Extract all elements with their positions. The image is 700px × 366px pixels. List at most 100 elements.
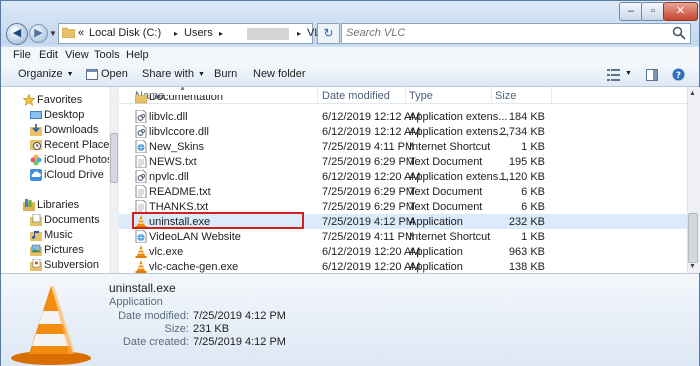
burn-button[interactable]: Burn — [214, 68, 237, 80]
nav-item-label: Music — [44, 229, 73, 241]
minimize-button[interactable]: – — [619, 2, 643, 21]
file-name: VideoLAN Website — [149, 231, 241, 243]
open-file-icon — [86, 69, 98, 80]
file-type: Application extens... — [409, 111, 508, 123]
file-type: Application extens... — [409, 171, 508, 183]
menu-help[interactable]: Help — [126, 49, 149, 61]
nav-item-desktop[interactable]: Desktop — [1, 108, 111, 123]
internet-shortcut-icon — [135, 230, 147, 243]
nav-item-pictures[interactable]: Pictures — [1, 243, 111, 258]
file-date: 7/25/2019 4:12 PM — [322, 216, 415, 228]
refresh-button[interactable]: ↻ — [317, 23, 340, 44]
favorites-star-icon — [23, 94, 35, 106]
internet-shortcut-icon — [135, 140, 147, 153]
nav-libraries[interactable]: Libraries — [1, 198, 111, 213]
share-with-button[interactable]: Share with ▼ — [142, 68, 205, 80]
breadcrumb-separator[interactable]: ▸ — [174, 29, 178, 38]
file-type: Text Document — [409, 156, 483, 168]
new-folder-button[interactable]: New folder — [253, 68, 306, 80]
file-name: npvlc.dll — [149, 171, 189, 183]
table-row[interactable]: libvlccore.dll 6/12/2019 12:12 AM Applic… — [119, 124, 687, 139]
file-size: 1 KB — [521, 231, 545, 243]
file-name: libvlc.dll — [149, 111, 188, 123]
maximize-button[interactable]: ▫ — [641, 2, 665, 21]
close-button[interactable]: ✕ — [663, 2, 698, 21]
nav-item-label: iCloud Photos — [44, 154, 113, 166]
details-date-modified-label: Date modified: — [118, 310, 189, 322]
file-date: 6/12/2019 12:12 AM — [322, 126, 421, 138]
scroll-down-icon[interactable]: ▼ — [689, 263, 696, 270]
dll-icon — [135, 125, 147, 138]
change-view-icon[interactable] — [607, 69, 620, 81]
dll-icon — [135, 110, 147, 123]
file-name: libvlccore.dll — [149, 126, 209, 138]
details-date-created: 7/25/2019 4:12 PM — [193, 336, 286, 348]
details-size-label: Size: — [164, 323, 189, 335]
file-date: 7/25/2019 4:11 PM — [322, 231, 415, 243]
nav-item-recent-places[interactable]: Recent Places — [1, 138, 115, 153]
pictures-icon — [30, 244, 42, 256]
breadcrumb-overflow[interactable]: « — [78, 27, 84, 39]
nav-favorites[interactable]: Favorites — [1, 93, 111, 108]
breadcrumb-local-disk[interactable]: Local Disk (C:) — [89, 27, 161, 39]
file-name: New_Skins — [149, 141, 205, 153]
recent-pages-dropdown[interactable]: ▼ — [49, 29, 57, 38]
file-date: 6/12/2019 12:20 AM — [322, 171, 421, 183]
file-type: Application — [409, 246, 463, 258]
nav-item-documents[interactable]: Documents — [1, 213, 111, 228]
search-input[interactable] — [346, 26, 666, 40]
nav-item-music[interactable]: Music — [1, 228, 111, 243]
table-row[interactable]: NEWS.txt 7/25/2019 6:29 PM Text Document… — [119, 154, 687, 169]
nav-item-label: Downloads — [44, 124, 99, 136]
help-icon[interactable]: ? — [672, 68, 685, 81]
menu-tools[interactable]: Tools — [94, 49, 120, 61]
table-row[interactable]: libvlc.dll 6/12/2019 12:12 AM Applicatio… — [119, 109, 687, 124]
breadcrumb-separator[interactable]: ▸ — [297, 29, 301, 38]
nav-item-downloads[interactable]: Downloads — [1, 123, 111, 138]
share-with-label: Share with — [142, 68, 194, 80]
file-date: 7/25/2019 6:29 PM — [322, 156, 415, 168]
command-toolbar: Organize ▼ Open Share with ▼ Burn New fold… — [1, 64, 699, 87]
table-row[interactable]: vlc-cache-gen.exe 6/12/2019 12:20 AM App… — [119, 259, 687, 273]
breadcrumb-users[interactable]: Users — [184, 27, 213, 39]
file-date: 6/12/2019 12:20 AM — [322, 261, 421, 273]
file-date: 6/12/2019 12:20 AM — [322, 246, 421, 258]
view-options-dropdown[interactable]: ▼ — [625, 70, 632, 77]
table-row[interactable]: vlc.exe 6/12/2019 12:20 AM Application 9… — [119, 244, 687, 259]
back-button[interactable]: ◀ — [6, 23, 28, 45]
file-type: Text Document — [409, 186, 483, 198]
scroll-up-icon[interactable]: ▲ — [689, 90, 696, 97]
file-list-scrollbar-thumb[interactable] — [688, 213, 698, 263]
forward-button[interactable]: ▶ — [29, 24, 48, 43]
organize-button[interactable]: Organize ▼ — [18, 68, 74, 80]
address-bar[interactable]: « Local Disk (C:) ▸ Users ▸ ▸ VLC ▸ ▼ — [58, 23, 364, 44]
open-button[interactable]: Open — [101, 68, 128, 80]
desktop-icon — [30, 111, 42, 119]
subversion-icon — [30, 259, 42, 271]
file-date: 6/12/2019 12:12 AM — [322, 111, 421, 123]
nav-item-subversion[interactable]: Subversion — [1, 258, 111, 273]
nav-scrollbar-thumb[interactable] — [110, 133, 118, 183]
details-filename: uninstall.exe — [109, 281, 176, 295]
table-row[interactable]: Documentation — [119, 95, 687, 106]
nav-item-icloud-drive[interactable]: iCloud Drive — [1, 168, 111, 183]
menu-file[interactable]: File — [13, 49, 31, 61]
preview-pane-icon[interactable] — [646, 69, 658, 81]
file-size: 1 KB — [521, 141, 545, 153]
table-row[interactable]: VideoLAN Website 7/25/2019 4:11 PM Inter… — [119, 229, 687, 244]
back-arrow-icon: ◀ — [12, 27, 22, 39]
file-size: 6 KB — [521, 186, 545, 198]
recent-places-icon — [30, 140, 42, 150]
breadcrumb-separator[interactable]: ▸ — [219, 29, 223, 38]
menu-edit[interactable]: Edit — [39, 49, 58, 61]
file-type: Application — [409, 261, 463, 273]
vlc-cone-icon — [135, 245, 147, 258]
menu-view[interactable]: View — [65, 49, 89, 61]
table-row[interactable]: New_Skins 7/25/2019 4:11 PM Internet Sho… — [119, 139, 687, 154]
refresh-icon: ↻ — [323, 26, 334, 40]
table-row[interactable]: npvlc.dll 6/12/2019 12:20 AM Application… — [119, 169, 687, 184]
file-size: 138 KB — [508, 261, 545, 273]
table-row[interactable]: README.txt 7/25/2019 6:29 PM Text Docume… — [119, 184, 687, 199]
search-box[interactable] — [341, 23, 691, 44]
nav-item-icloud-photos[interactable]: iCloud Photos — [1, 153, 113, 168]
